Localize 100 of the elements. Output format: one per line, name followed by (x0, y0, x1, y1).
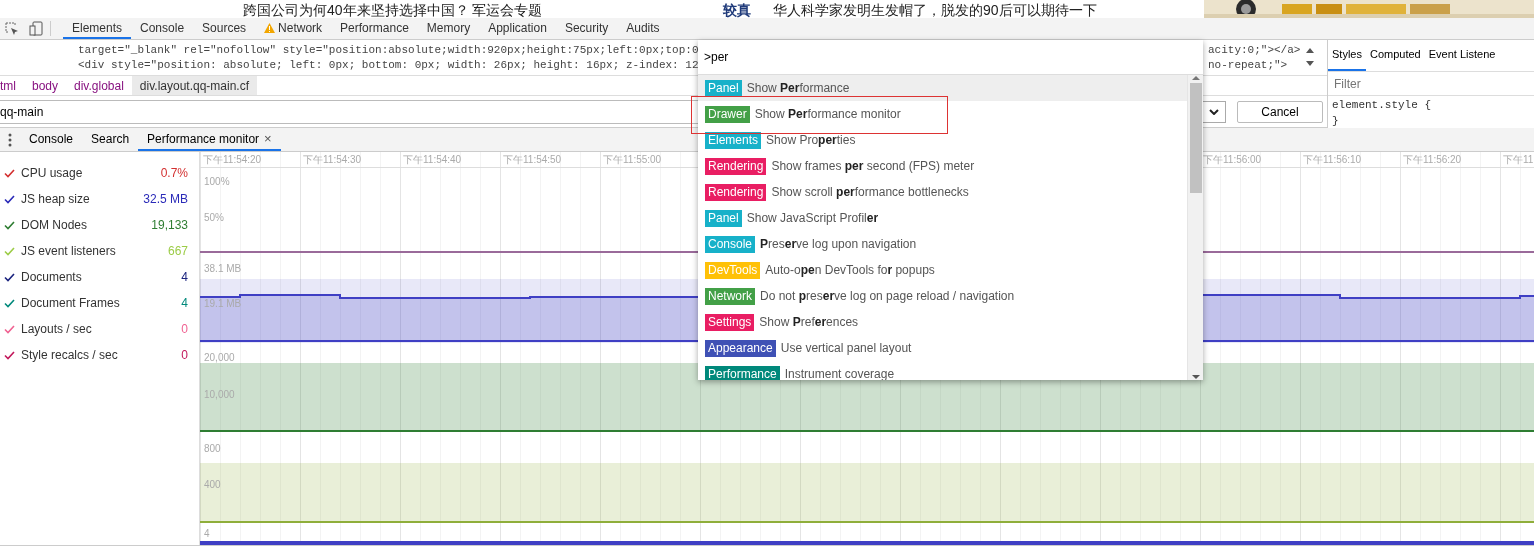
metric-row[interactable]: Layouts / sec 0 (0, 316, 199, 342)
drawer-tab[interactable]: Search (82, 128, 139, 151)
command-item[interactable]: Settings Show Preferences (698, 309, 1187, 335)
panel-tab[interactable]: Memory (417, 18, 480, 39)
category-tag: Performance (705, 365, 780, 380)
panel-tab[interactable]: Console (131, 18, 194, 39)
warning-icon (264, 22, 276, 33)
category-tag: Network (705, 287, 755, 305)
code-line: target="_blank" rel="nofollow" style="position:absolute;width:920px;height:75px;left:0px;top:0 (77, 43, 698, 58)
styles-tab[interactable]: Event Listene (1424, 40, 1500, 71)
check-icon[interactable] (4, 168, 15, 178)
command-title: Instrument coverage (784, 366, 895, 380)
metric-row[interactable]: JS event listeners 667 (0, 238, 199, 264)
check-icon[interactable] (4, 220, 15, 230)
axis-label: 4 (204, 528, 210, 539)
panel-tab[interactable]: Sources (193, 18, 256, 39)
code-line: no-repeat;"> (1208, 58, 1288, 73)
inspect-icon[interactable] (5, 21, 19, 36)
panel-tab[interactable]: Audits (617, 18, 669, 39)
command-title: Show Performance monitor (754, 106, 901, 123)
panel-tab[interactable]: Network (255, 18, 332, 39)
metric-row[interactable]: Style recalcs / sec 0 (0, 342, 199, 368)
cancel-button[interactable]: Cancel (1237, 100, 1323, 123)
command-title: Show Properties (766, 132, 856, 149)
metric-row[interactable]: JS heap size 32.5 MB (0, 186, 199, 212)
panel-tab[interactable]: Performance (331, 18, 418, 39)
code-line: <div style="position: absolute; left: 0px; bottom: 0px; width: 26px; height: 16px; z-index: 12 (77, 58, 698, 73)
breadcrumb-item[interactable]: body (24, 76, 67, 95)
drawer-tab[interactable]: Console (20, 128, 83, 151)
metric-row[interactable]: DOM Nodes 19,133 (0, 212, 199, 238)
time-label: 下午11:56:00 (1202, 153, 1263, 167)
style-rule: } (1332, 115, 1339, 127)
check-icon[interactable] (4, 298, 15, 308)
command-item[interactable]: Console Preserve log upon navigation (698, 231, 1187, 257)
command-item[interactable]: Rendering Show scroll performance bottlenecks (698, 179, 1187, 205)
axis-label: 800 (204, 443, 221, 454)
scroll-down-icon[interactable] (1191, 374, 1200, 380)
panel-tab[interactable]: Application (479, 18, 556, 39)
scrollbar[interactable] (1187, 75, 1203, 380)
time-label: 下午11:56:20 (1402, 153, 1463, 167)
chevron-icon (1209, 108, 1219, 115)
time-label: 下午11:55:00 (602, 153, 663, 167)
time-label: 下午11:54:40 (402, 153, 463, 167)
category-tag: Rendering (705, 183, 767, 201)
command-title: Show frames per second (FPS) meter (771, 158, 975, 175)
menu-icon[interactable] (8, 132, 12, 147)
command-item[interactable]: Rendering Show frames per second (FPS) meter (698, 153, 1187, 179)
command-item[interactable]: DevTools Auto-open DevTools for popups (698, 257, 1187, 283)
close-button[interactable]: × (264, 128, 272, 149)
command-input[interactable]: >per (698, 40, 1203, 75)
time-label: 下午11:54:50 (502, 153, 563, 167)
category-tag: Panel (705, 209, 742, 227)
headline-link[interactable]: 跨国公司为何40年来坚持选择中国？ 军运会专题 (243, 2, 723, 18)
axis-label: 400 (204, 479, 221, 490)
command-title: Show Performance (746, 80, 850, 97)
command-item[interactable]: Drawer Show Performance monitor (698, 101, 1187, 127)
command-item[interactable]: Appearance Use vertical panel layout (698, 335, 1187, 361)
axis-label: 19.1 MB (204, 298, 242, 309)
category-tag: DevTools (705, 261, 761, 279)
breadcrumb-item[interactable]: div.layout.qq-main.cf (131, 76, 257, 95)
command-item[interactable]: Network Do not preserve log on page reload / navigation (698, 283, 1187, 309)
breadcrumb-item[interactable]: div.global (66, 76, 132, 95)
command-item[interactable]: Elements Show Properties (698, 127, 1187, 153)
time-label: 下午11 (1502, 153, 1534, 167)
check-icon[interactable] (4, 272, 15, 282)
command-title: Show scroll performance bottlenecks (771, 184, 969, 201)
axis-label: 20,000 (204, 352, 235, 363)
metric-row[interactable]: CPU usage 0.7% (0, 160, 199, 186)
time-label: 下午11:56:10 (1302, 153, 1363, 167)
drawer-tab[interactable]: Performance monitor × (138, 128, 281, 151)
metric-row[interactable]: Documents 4 (0, 264, 199, 290)
category-tag: Appearance (705, 339, 776, 357)
category-tag: Panel (705, 79, 742, 97)
metric-row[interactable]: Document Frames 4 (0, 290, 199, 316)
category-tag: Rendering (705, 157, 767, 175)
headline-link[interactable]: 华人科学家发明生发帽了，脱发的90后可以期待一下 (773, 2, 1097, 18)
command-item[interactable]: Panel Show Performance (698, 75, 1187, 101)
check-icon[interactable] (4, 350, 15, 360)
axis-label: 100% (204, 176, 230, 187)
panel-tab[interactable]: Elements (63, 18, 132, 39)
category-tag: Console (705, 235, 756, 253)
category-tag: Drawer (705, 105, 750, 123)
axis-label: 38.1 MB (204, 263, 242, 274)
check-icon[interactable] (4, 246, 15, 256)
axis-label: 50% (204, 212, 224, 223)
breadcrumb-item[interactable]: tml (0, 76, 24, 95)
command-title: Preserve log upon navigation (760, 236, 917, 253)
command-item[interactable]: Performance Instrument coverage (698, 361, 1187, 380)
styles-tab[interactable]: Computed (1365, 40, 1425, 71)
device-icon[interactable] (29, 21, 43, 36)
command-title: Do not preserve log on page reload / navigation (760, 288, 1015, 305)
check-icon[interactable] (4, 194, 15, 204)
category-tag: Settings (705, 313, 755, 331)
command-title: Show JavaScript Profiler (746, 210, 879, 227)
check-icon[interactable] (4, 324, 15, 334)
command-item[interactable]: Panel Show JavaScript Profiler (698, 205, 1187, 231)
command-title: Show Preferences (759, 314, 859, 331)
panel-tab[interactable]: Security (555, 18, 618, 39)
style-rule: element.style { (1332, 99, 1432, 111)
command-title: Auto-open DevTools for popups (765, 262, 935, 279)
